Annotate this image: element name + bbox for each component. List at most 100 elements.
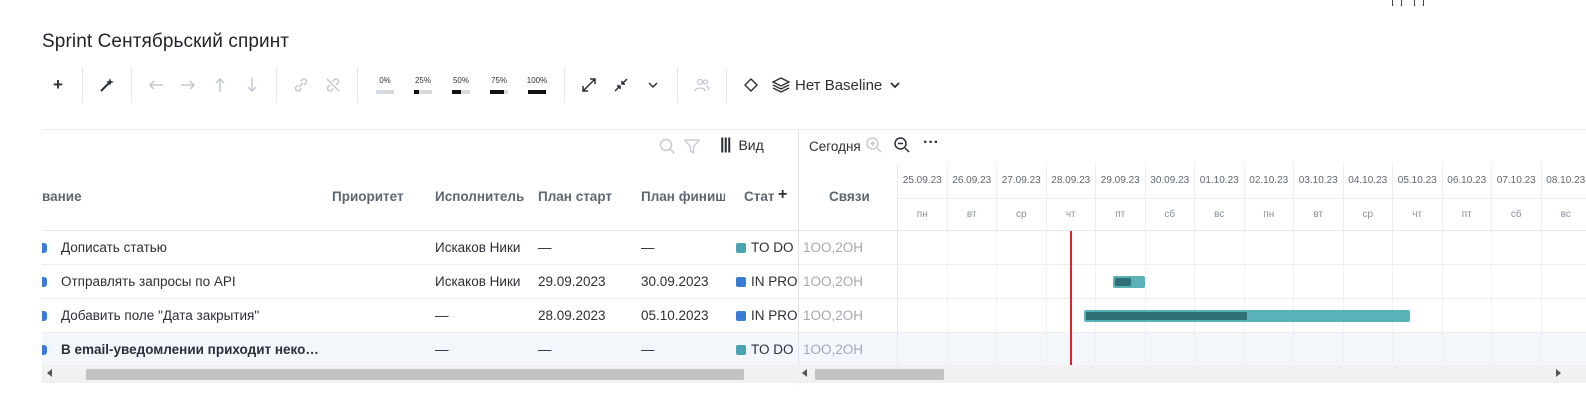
progress-bar-icon (528, 90, 546, 94)
timeline-day: 29.09.23 пт (1096, 163, 1146, 231)
cell-start[interactable]: — (538, 342, 633, 357)
today-button[interactable]: Сегодня (809, 139, 861, 154)
toolbar-divider (357, 67, 358, 103)
filter-button[interactable] (683, 138, 701, 160)
column-header-plan-finish[interactable]: План финиш (641, 189, 725, 204)
timeline-row (898, 231, 1586, 265)
table-toolbar: ||| Вид (42, 130, 798, 162)
cell-start[interactable]: 29.09.2023 (538, 274, 633, 289)
move-left-button[interactable] (140, 69, 172, 101)
search-icon (659, 138, 676, 155)
magic-wand-button[interactable] (91, 69, 123, 101)
task-bar[interactable] (1083, 310, 1411, 322)
day-date: 29.09.23 (1100, 175, 1140, 186)
cell-assignee[interactable]: — (435, 308, 525, 323)
day-date: 06.10.23 (1447, 175, 1487, 186)
grid-line (1540, 231, 1542, 366)
add-task-button[interactable]: + (42, 69, 74, 101)
gantt-horizontal-scrollbar[interactable] (798, 365, 1586, 383)
cell-start[interactable]: — (538, 240, 633, 255)
unlink-button[interactable] (317, 69, 349, 101)
day-weekday: пн (1263, 209, 1275, 220)
progress-2-button[interactable]: 50% (442, 69, 480, 101)
timeline-day: 05.10.23 чт (1393, 163, 1443, 231)
timeline-day: 03.10.23 вт (1294, 163, 1344, 231)
progress-3-button[interactable]: 75% (480, 69, 518, 101)
column-header-plan-start[interactable]: План старт (538, 189, 612, 204)
table-row[interactable]: В email-уведомлении приходит неко… — — — TO … (42, 333, 798, 367)
links-cell[interactable]: 1OO,2OH (799, 265, 897, 299)
timeline: 25.09.23 пн 26.09.23 вт 27.09.23 ср 28.09.23 чт… (898, 163, 1586, 367)
cell-status[interactable]: TO DO (736, 342, 798, 357)
scroll-left-arrow-icon[interactable] (47, 369, 52, 377)
window-icon[interactable] (1392, 0, 1402, 6)
links-cell[interactable]: 1OO,2OH (799, 299, 897, 333)
day-weekday: чт (1412, 209, 1423, 220)
table-row[interactable]: Дописать статью Искаков Ники — — TO DO (42, 231, 798, 265)
view-button[interactable]: ||| Вид (720, 136, 764, 154)
cell-name[interactable]: Добавить поле "Дата закрытия" (61, 308, 326, 323)
column-header-status[interactable]: Стат (744, 189, 774, 204)
cell-name[interactable]: Дописать статью (61, 240, 326, 255)
zoom-out-button[interactable] (893, 136, 911, 159)
gantt-scroll-thumb[interactable] (815, 369, 944, 380)
resources-button[interactable] (686, 69, 718, 101)
link-button[interactable] (285, 69, 317, 101)
move-right-button[interactable] (172, 69, 204, 101)
timeline-body (898, 231, 1586, 367)
cell-status[interactable]: IN PRO (736, 274, 798, 289)
progress-0-button[interactable]: 0% (366, 69, 404, 101)
cell-finish[interactable]: — (641, 342, 736, 357)
arrow-left-icon (148, 80, 163, 90)
column-header-priority[interactable]: Приоритет (332, 189, 404, 204)
cell-status[interactable]: TO DO (736, 240, 798, 255)
table-row[interactable]: Отправлять запросы по API Искаков Ники 29.… (42, 265, 798, 299)
progress-4-button[interactable]: 100% (518, 69, 556, 101)
cell-assignee[interactable]: Искаков Ники (435, 274, 525, 289)
cell-start[interactable]: 28.09.2023 (538, 308, 633, 323)
cell-finish[interactable]: 30.09.2023 (641, 274, 736, 289)
task-bar[interactable] (1113, 276, 1146, 288)
collapse-button[interactable] (605, 69, 637, 101)
cell-name[interactable]: Отправлять запросы по API (61, 274, 326, 289)
move-down-button[interactable] (236, 69, 268, 101)
links-cell[interactable]: 1OO,2OH (799, 333, 897, 367)
cell-assignee[interactable]: Искаков Ники (435, 240, 525, 255)
timeline-day: 01.10.23 вс (1195, 163, 1245, 231)
table-scroll-thumb[interactable] (86, 369, 744, 380)
more-options-icon[interactable]: ··· (923, 134, 939, 152)
links-column: 1OO,2OH 1OO,2OH 1OO,2OH 1OO,2OH (799, 231, 898, 367)
day-weekday: сб (1510, 209, 1522, 220)
timeline-header: 25.09.23 пн 26.09.23 вт 27.09.23 ср 28.09.23 чт… (898, 163, 1586, 231)
cell-name[interactable]: В email-уведомлении приходит неко… (61, 342, 326, 357)
links-cell[interactable]: 1OO,2OH (799, 231, 897, 265)
more-dropdown-button[interactable] (637, 69, 669, 101)
add-column-button[interactable]: + (778, 186, 787, 204)
status-label: TO DO (751, 240, 794, 255)
cell-assignee[interactable]: — (435, 342, 525, 357)
day-date: 03.10.23 (1298, 175, 1338, 186)
timeline-day: 04.10.23 ср (1343, 163, 1393, 231)
timeline-day: 06.10.23 пт (1442, 163, 1492, 231)
table-horizontal-scrollbar[interactable] (42, 365, 798, 383)
search-button[interactable] (659, 138, 676, 160)
cell-status[interactable]: IN PRO (736, 308, 798, 323)
collapse-icon (614, 78, 628, 92)
zoom-in-button[interactable] (865, 136, 883, 159)
cell-finish[interactable]: — (641, 240, 736, 255)
column-header-assignee[interactable]: Исполнитель (435, 189, 524, 204)
progress-1-button[interactable]: 25% (404, 69, 442, 101)
move-up-button[interactable] (204, 69, 236, 101)
day-date: 26.09.23 (952, 175, 992, 186)
milestone-button[interactable] (735, 69, 767, 101)
table-row[interactable]: Добавить поле "Дата закрытия" — 28.09.2023… (42, 299, 798, 333)
scroll-right-arrow-icon[interactable] (1556, 369, 1561, 377)
column-header-name[interactable]: вание (42, 189, 82, 204)
arrow-right-icon (181, 80, 196, 90)
baseline-select[interactable]: Нет Baseline (767, 69, 912, 101)
scroll-left-arrow-icon[interactable] (802, 369, 807, 377)
expand-button[interactable] (573, 69, 605, 101)
progress-group: 0% 25% 50% 75% 100% (366, 69, 556, 101)
cell-finish[interactable]: 05.10.2023 (641, 308, 736, 323)
settings-icon[interactable] (1414, 0, 1424, 6)
